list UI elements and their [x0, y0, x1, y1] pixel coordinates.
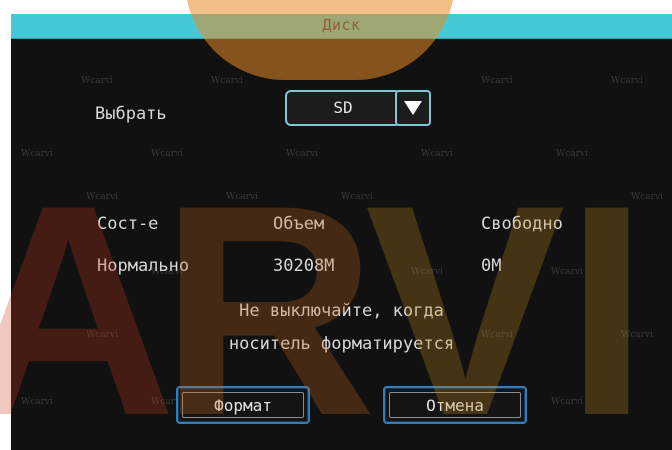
- status-header-free: Свободно: [481, 214, 563, 234]
- watermark-tag: Wcarvi: [21, 149, 53, 159]
- watermark-tag: Wcarvi: [556, 149, 588, 159]
- storage-select-value: SD: [333, 98, 353, 117]
- storage-select-box[interactable]: SD: [285, 90, 401, 126]
- watermark-tag: Wcarvi: [86, 192, 118, 202]
- dropdown-arrow-button[interactable]: [395, 90, 431, 126]
- format-warning-line-1: Не выключайте, когда: [239, 301, 444, 321]
- watermark-tag: Wcarvi: [631, 192, 663, 202]
- watermark-tag: Wcarvi: [151, 149, 183, 159]
- status-value-state: Нормально: [97, 256, 190, 276]
- watermark-tag: Wcarvi: [226, 192, 258, 202]
- status-header-capacity: Объем: [273, 214, 325, 234]
- screen: Диск Wcarvi Wcarvi Wcarvi Wcarvi Wcarvi …: [0, 0, 672, 450]
- cancel-button[interactable]: Отмена: [383, 386, 527, 424]
- select-label: Выбрать: [95, 104, 167, 124]
- chevron-down-icon: [404, 101, 422, 115]
- watermark-tag: Wcarvi: [551, 397, 583, 407]
- status-value-free: 0M: [481, 256, 502, 276]
- format-button-label: Формат: [214, 396, 272, 415]
- dialog-title: Диск: [322, 16, 361, 34]
- watermark-tag: Wcarvi: [411, 267, 443, 277]
- watermark-tag: Wcarvi: [551, 267, 583, 277]
- cancel-button-label: Отмена: [426, 396, 484, 415]
- watermark-tag: Wcarvi: [481, 76, 513, 86]
- storage-select[interactable]: SD: [285, 90, 435, 126]
- watermark-tag: Wcarvi: [611, 76, 643, 86]
- watermark-tag: Wcarvi: [81, 76, 113, 86]
- dialog-title-bar: Диск: [11, 14, 672, 39]
- watermark-tag: Wcarvi: [21, 397, 53, 407]
- format-warning-line-2: носитель форматируется: [228, 334, 455, 354]
- watermark-tag: Wcarvi: [286, 149, 318, 159]
- format-button[interactable]: Формат: [176, 386, 310, 424]
- watermark-tag: Wcarvi: [211, 76, 243, 86]
- status-value-capacity: 30208M: [273, 256, 335, 276]
- watermark-tag: Wcarvi: [421, 149, 453, 159]
- status-header-state: Сост-е: [97, 214, 159, 234]
- watermark-tag: Wcarvi: [341, 192, 373, 202]
- disk-settings-dialog: Диск Wcarvi Wcarvi Wcarvi Wcarvi Wcarvi …: [11, 14, 672, 450]
